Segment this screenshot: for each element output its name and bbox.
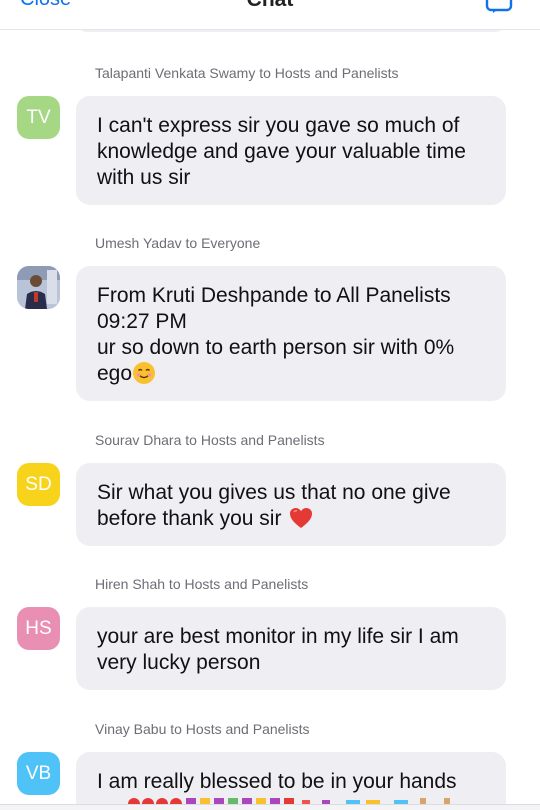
message-text: ur so down to earth person sir with 0% <box>97 336 455 359</box>
avatar[interactable] <box>17 266 60 309</box>
chat-bubble: From Kruti Deshpande to All Panelists 09… <box>76 266 506 401</box>
message-time: 09:27 PM <box>97 310 187 333</box>
message-text: knowledge and gave your valuable time <box>97 140 466 163</box>
message-text: very lucky person <box>97 651 261 674</box>
avatar[interactable]: SD <box>17 463 60 506</box>
chat-bubble: your are best monitor in my life sir I a… <box>76 607 506 690</box>
message-text: with us sir <box>97 166 191 189</box>
chat-message-list[interactable]: Talapanti Venkata Swamy to Hosts and Pan… <box>0 30 540 806</box>
avatar-photo <box>17 266 60 309</box>
smiling-face-icon <box>133 362 156 384</box>
bottom-bar <box>0 804 540 810</box>
chat-header: Close Chat <box>0 0 540 30</box>
chat-bubble: Sir what you gives us that no one give b… <box>76 463 506 546</box>
participants-icon[interactable] <box>484 0 514 14</box>
message-text: before thank you sir <box>97 507 282 530</box>
message-text-line: ego <box>97 361 486 387</box>
sender-label: Hiren Shah to Hosts and Panelists <box>95 576 309 592</box>
message-text: your are best monitor in my life sir I a… <box>97 625 459 648</box>
red-heart-icon <box>290 508 313 528</box>
avatar-initials: HS <box>25 617 52 639</box>
avatar-initials: TV <box>26 106 51 128</box>
chat-bubble <box>76 30 506 32</box>
message-text: From Kruti Deshpande to All Panelists <box>97 284 451 307</box>
message-text-line: before thank you sir <box>97 506 486 532</box>
message-text: ego <box>97 362 133 385</box>
avatar[interactable]: VB <box>17 752 60 795</box>
sender-label: Talapanti Venkata Swamy to Hosts and Pan… <box>95 65 399 81</box>
avatar-initials: SD <box>25 473 52 495</box>
avatar[interactable]: TV <box>17 96 60 139</box>
sender-label: Umesh Yadav to Everyone <box>95 235 261 251</box>
page-title: Chat <box>0 0 540 12</box>
message-text: I can't express sir you gave so much of <box>97 114 460 137</box>
avatar-initials: VB <box>25 762 52 784</box>
sender-label: Sourav Dhara to Hosts and Panelists <box>95 432 325 448</box>
sender-label: Vinay Babu to Hosts and Panelists <box>95 721 310 737</box>
chat-bubble: I can't express sir you gave so much of … <box>76 96 506 205</box>
avatar[interactable]: HS <box>17 607 60 650</box>
message-text: Sir what you gives us that no one give <box>97 481 451 504</box>
